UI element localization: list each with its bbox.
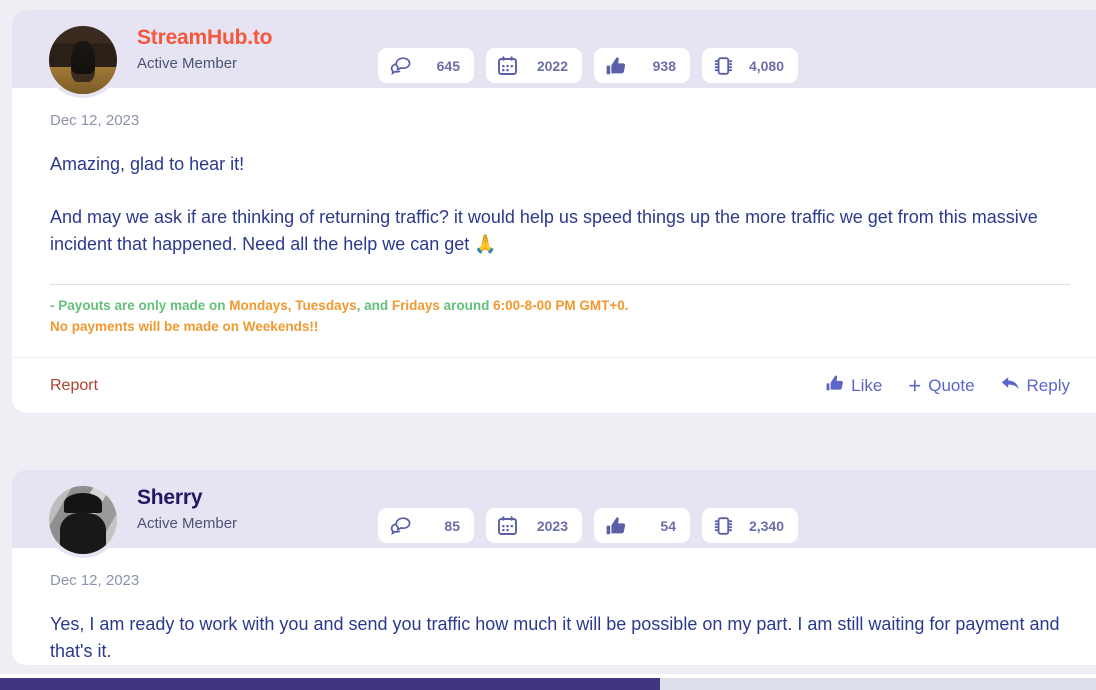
stat-value: 2,340 [748,517,784,534]
user-signature: - Payouts are only made on Mondays, Tues… [50,295,1070,337]
stat-value: 85 [444,517,460,534]
stat-joined[interactable]: 2022 [486,48,582,83]
post-actions: Report Like + Quote Reply [12,357,1096,413]
stat-likes[interactable]: 54 [594,508,690,543]
thumbs-up-icon [826,374,844,397]
post-author: StreamHub.to Active Member [137,26,272,72]
post-date: Dec 12, 2023 [50,112,140,129]
signature-line-2: No payments will be made on Weekends!! [50,319,319,334]
like-label: Like [851,375,883,395]
stat-points[interactable]: 4,080 [702,48,798,83]
avatar-image [49,26,117,94]
username[interactable]: Sherry [137,486,237,510]
thumbs-up-icon [606,56,626,76]
post-body: Dec 12, 2023 Amazing, glad to hear it! A… [12,88,1096,337]
stat-value: 4,080 [748,57,784,74]
stat-value: 2022 [536,57,568,74]
signature-text: - Payouts are only made on [50,298,230,313]
plus-icon: + [908,372,922,398]
messages-icon [390,56,412,75]
post-action-buttons: Like + Quote Reply [826,374,1070,397]
post-paragraph: Yes, I am ready to work with you and sen… [50,614,1060,661]
stat-joined[interactable]: 2023 [486,508,582,543]
report-link[interactable]: Report [50,377,98,395]
chip-icon [714,56,733,76]
signature-divider [50,284,1070,285]
user-title: Active Member [137,54,238,72]
reply-arrow-icon [1001,375,1020,397]
like-button[interactable]: Like [826,374,882,397]
messages-icon [390,516,412,535]
post-paragraph: And may we ask if are thinking of return… [50,207,1038,254]
avatar[interactable] [45,22,121,98]
reply-button[interactable]: Reply [1001,375,1070,397]
signature-text: , and [356,298,392,313]
forum-thread-page: StreamHub.to Active Member 645 2022 938 … [0,0,1096,690]
stat-value: 2023 [536,517,568,534]
post-header: Sherry Active Member 85 2023 54 2,340 [12,470,1096,558]
user-title: Active Member [137,514,238,532]
post-author: Sherry Active Member [137,486,237,532]
avatar[interactable] [45,482,121,558]
stat-messages[interactable]: 85 [378,508,474,543]
stat-value: 938 [652,57,676,74]
stat-messages[interactable]: 645 [378,48,474,83]
stat-value: 645 [436,57,460,74]
signature-text: 6:00-8-00 PM GMT+0. [493,298,629,313]
user-stats: 85 2023 54 2,340 [378,508,798,543]
post-header: StreamHub.to Active Member 645 2022 938 … [12,10,1096,98]
thumbs-up-icon [606,516,626,536]
chip-icon [714,516,733,536]
post-paragraph: Amazing, glad to hear it! [50,154,245,174]
calendar-icon [498,56,517,75]
quote-label: Quote [928,375,975,395]
stat-value: 54 [660,517,676,534]
signature-line-1: - Payouts are only made on Mondays, Tues… [50,295,1070,316]
stat-points[interactable]: 2,340 [702,508,798,543]
avatar-image [49,486,117,554]
calendar-icon [498,516,517,535]
post-date: Dec 12, 2023 [50,572,140,589]
username[interactable]: StreamHub.to [137,26,272,50]
post-body: Dec 12, 2023 Yes, I am ready to work wit… [12,548,1096,665]
quote-button[interactable]: + Quote [908,372,975,398]
scrollbar-thumb[interactable] [0,678,660,690]
horizontal-scrollbar[interactable] [0,678,1096,690]
post-card: Sherry Active Member 85 2023 54 2,340 De… [12,470,1096,665]
user-stats: 645 2022 938 4,080 [378,48,798,83]
reply-label: Reply [1026,375,1070,395]
stat-likes[interactable]: 938 [594,48,690,83]
signature-text: Mondays, Tuesdays [229,298,357,313]
signature-text: Fridays [391,298,440,313]
post-card: StreamHub.to Active Member 645 2022 938 … [12,10,1096,413]
signature-text: around [439,298,494,313]
